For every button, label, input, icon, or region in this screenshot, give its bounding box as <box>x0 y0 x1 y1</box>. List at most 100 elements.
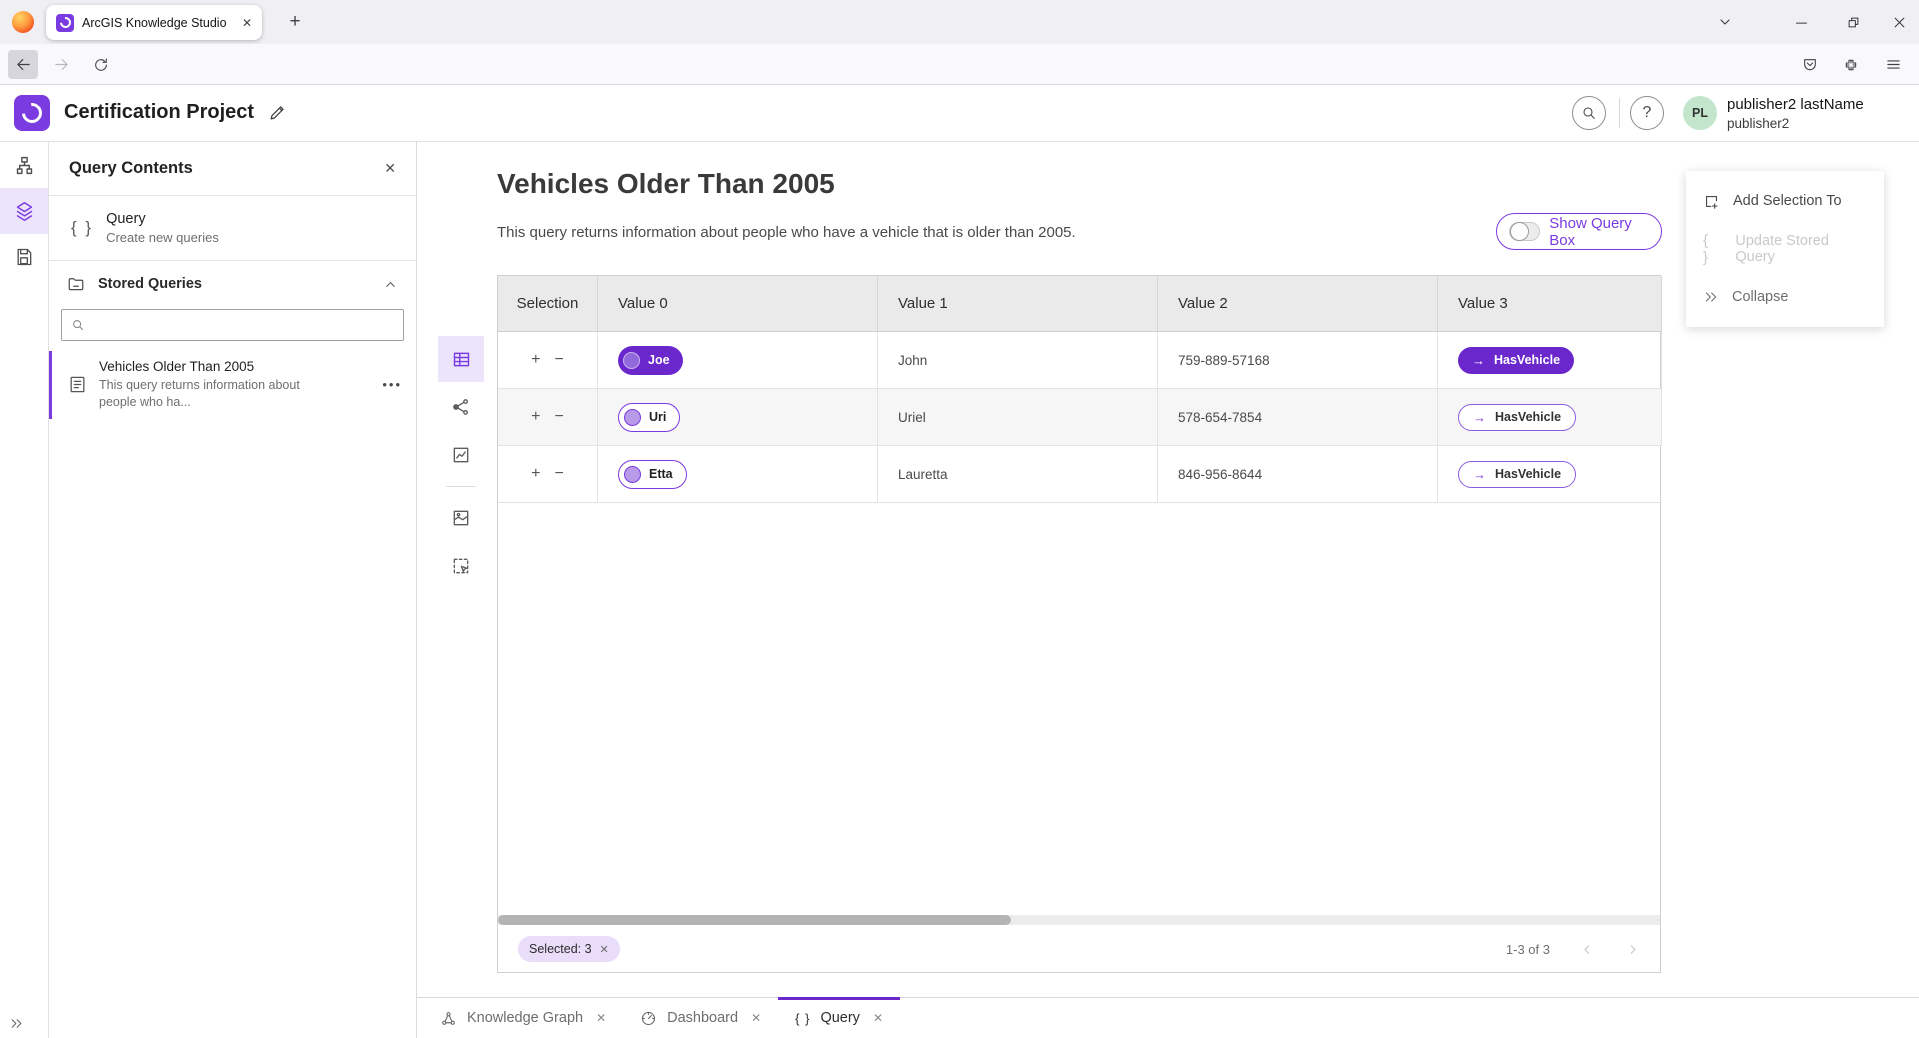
collapse-section-chevron-icon[interactable] <box>383 277 398 292</box>
sitemap-icon <box>14 155 35 176</box>
firefox-icon[interactable] <box>12 11 34 33</box>
table-cell: → HasVehicle <box>1438 332 1662 389</box>
previous-page-icon[interactable] <box>1580 942 1595 957</box>
scrollbar-thumb[interactable] <box>498 915 1011 925</box>
table-cell[interactable]: 578-654-7854 <box>1158 389 1438 446</box>
add-selection-icon[interactable]: + <box>531 409 540 425</box>
forward-button[interactable] <box>46 50 76 79</box>
query-item-description: Create new queries <box>106 230 219 245</box>
tab-close-icon[interactable]: ✕ <box>242 17 252 29</box>
browser-tab[interactable]: ArcGIS Knowledge Studio ✕ <box>46 5 262 40</box>
rail-item-data-model[interactable] <box>0 142 48 188</box>
relationship-pill[interactable]: → HasVehicle <box>1458 404 1576 431</box>
item-options-ellipsis-icon[interactable]: ••• <box>382 377 402 392</box>
query-contents-panel: Query Contents ✕ { } Query Create new qu… <box>49 142 417 1038</box>
user-menu[interactable]: publisher2 lastName publisher2 <box>1727 95 1864 132</box>
query-item-label: Query <box>106 211 219 227</box>
entity-dot-icon <box>624 466 641 483</box>
next-page-icon[interactable] <box>1625 942 1640 957</box>
stored-queries-header[interactable]: Stored Queries <box>49 261 416 307</box>
left-rail <box>0 142 49 1038</box>
expand-rail-icon[interactable] <box>9 1016 24 1031</box>
browser-toolbar: https://dev0028833.esri.com/portal/apps/… <box>0 44 1919 85</box>
rail-item-save[interactable] <box>0 234 48 280</box>
stored-query-item[interactable]: Vehicles Older Than 2005 This query retu… <box>49 351 416 419</box>
table-view-button[interactable] <box>438 336 484 382</box>
stored-queries-search-input[interactable] <box>93 318 394 333</box>
close-window-button[interactable] <box>1884 7 1914 37</box>
stored-queries-title: Stored Queries <box>98 276 370 292</box>
table-cell[interactable]: John <box>878 332 1158 389</box>
stored-query-description: This query returns information about peo… <box>99 377 300 411</box>
pocket-icon[interactable] <box>1795 50 1825 79</box>
column-header-value3[interactable]: Value 3 <box>1438 276 1662 332</box>
column-header-value0[interactable]: Value 0 <box>598 276 878 332</box>
show-query-box-toggle[interactable]: Show Query Box <box>1496 213 1662 250</box>
menu-item-update-stored-query[interactable]: { } Update Stored Query <box>1686 225 1884 273</box>
table-row-selection: + − <box>498 446 598 503</box>
link-chart-view-button[interactable] <box>438 384 484 430</box>
avatar[interactable]: PL <box>1683 96 1717 130</box>
table-cell[interactable]: Lauretta <box>878 446 1158 503</box>
tab-knowledge-graph[interactable]: Knowledge Graph ✕ <box>423 998 623 1038</box>
rail-item-contents[interactable] <box>0 188 48 234</box>
tab-query[interactable]: { } Query ✕ <box>778 998 900 1038</box>
menu-item-collapse[interactable]: Collapse <box>1686 273 1884 321</box>
selection-tool-button[interactable] <box>438 543 484 589</box>
stored-query-icon <box>68 375 87 394</box>
table-cell[interactable]: Uriel <box>878 389 1158 446</box>
menu-hamburger-icon[interactable] <box>1878 50 1908 79</box>
search-button[interactable] <box>1572 96 1606 130</box>
close-tab-icon[interactable]: ✕ <box>751 1011 761 1025</box>
help-icon[interactable]: ? <box>1630 96 1664 130</box>
new-tab-button[interactable]: + <box>282 10 308 36</box>
reload-button[interactable] <box>86 50 116 79</box>
close-tab-icon[interactable]: ✕ <box>596 1011 606 1025</box>
app-header: Certification Project ? PL publisher2 la… <box>0 85 1919 142</box>
remove-selection-icon[interactable]: − <box>555 409 564 425</box>
add-selection-icon[interactable]: + <box>531 466 540 482</box>
minimize-button[interactable] <box>1786 7 1816 37</box>
tab-dashboard[interactable]: Dashboard ✕ <box>623 998 778 1038</box>
chart-view-button[interactable] <box>438 432 484 478</box>
panel-header: Query Contents ✕ <box>49 142 416 196</box>
tab-list-chevron-icon[interactable] <box>1710 7 1740 37</box>
table-row-selection: + − <box>498 389 598 446</box>
column-header-value2[interactable]: Value 2 <box>1158 276 1438 332</box>
table-cell: → HasVehicle <box>1438 446 1662 503</box>
relationship-pill[interactable]: → HasVehicle <box>1458 461 1576 488</box>
menu-item-add-selection-to[interactable]: Add Selection To <box>1686 177 1884 225</box>
panel-title: Query Contents <box>69 159 384 178</box>
braces-icon: { } <box>1703 232 1722 266</box>
horizontal-scrollbar[interactable] <box>498 915 1660 925</box>
arrow-right-icon: → <box>1472 353 1485 368</box>
column-header-value1[interactable]: Value 1 <box>878 276 1158 332</box>
entity-pill[interactable]: Etta <box>618 460 687 489</box>
toolbar-divider <box>446 486 476 487</box>
relationship-pill[interactable]: → HasVehicle <box>1458 347 1574 374</box>
add-selection-icon[interactable]: + <box>531 352 540 368</box>
remove-selection-icon[interactable]: − <box>555 466 564 482</box>
map-view-button[interactable] <box>438 495 484 541</box>
stored-queries-search[interactable] <box>61 309 404 341</box>
remove-selection-icon[interactable]: − <box>555 352 564 368</box>
knowledge-graph-icon <box>440 1010 457 1027</box>
table-cell[interactable]: 846-956-8644 <box>1158 446 1438 503</box>
close-tab-icon[interactable]: ✕ <box>873 1011 883 1025</box>
clear-selection-icon[interactable]: ✕ <box>600 943 609 956</box>
restore-button[interactable] <box>1838 7 1868 37</box>
entity-pill[interactable]: Uri <box>618 403 680 432</box>
toggle-knob <box>1510 222 1529 241</box>
extensions-icon[interactable] <box>1836 50 1866 79</box>
selected-count-chip[interactable]: Selected: 3 ✕ <box>518 936 620 962</box>
search-icon <box>71 318 85 332</box>
table-cell[interactable]: 759-889-57168 <box>1158 332 1438 389</box>
new-query-item[interactable]: { } Query Create new queries <box>49 196 416 261</box>
panel-close-icon[interactable]: ✕ <box>384 160 396 177</box>
entity-pill[interactable]: Joe <box>618 346 683 375</box>
toggle-track[interactable] <box>1509 222 1540 241</box>
table-footer: Selected: 3 ✕ 1-3 of 3 <box>498 925 1660 973</box>
back-button[interactable] <box>8 50 38 79</box>
column-header-selection[interactable]: Selection <box>498 276 598 332</box>
edit-title-icon[interactable] <box>268 103 287 122</box>
